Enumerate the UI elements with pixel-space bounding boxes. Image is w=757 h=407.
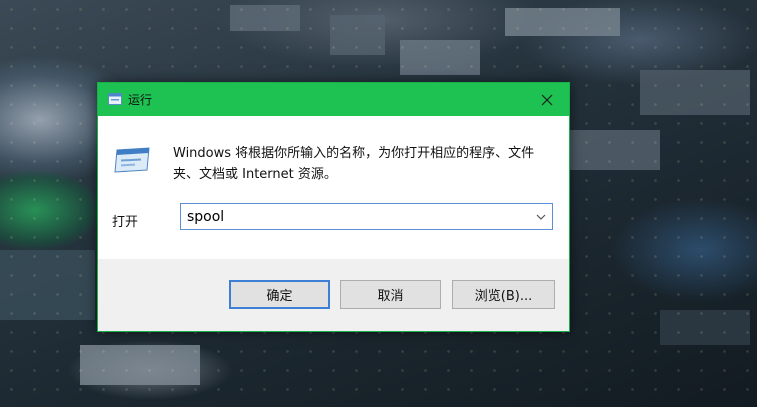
ok-button[interactable]: 确定: [229, 280, 330, 309]
run-icon: [108, 93, 122, 105]
browse-button[interactable]: 浏览(B)...: [452, 280, 555, 309]
close-button[interactable]: [525, 83, 569, 116]
cancel-button[interactable]: 取消: [340, 280, 441, 309]
run-dialog: 运行 Windows 将根据你所输入的名称，为你打开相应的程序、文件夹、文档或 …: [97, 82, 570, 332]
dialog-content: Windows 将根据你所输入的名称，为你打开相应的程序、文件夹、文档或 Int…: [98, 116, 569, 259]
open-combobox[interactable]: [180, 203, 553, 230]
title-bar[interactable]: 运行: [98, 83, 569, 116]
close-icon: [541, 94, 553, 105]
open-label: 打开: [112, 215, 139, 230]
run-program-icon: [114, 147, 150, 173]
dialog-title: 运行: [128, 93, 153, 107]
chevron-down-icon[interactable]: [534, 210, 548, 224]
dialog-description: Windows 将根据你所输入的名称，为你打开相应的程序、文件夹、文档或 Int…: [173, 146, 535, 182]
open-input[interactable]: [181, 204, 521, 229]
